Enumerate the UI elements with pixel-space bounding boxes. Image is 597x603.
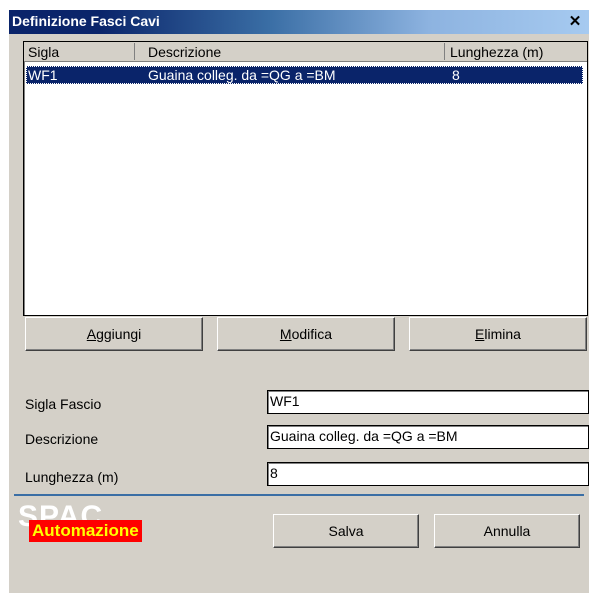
- fasci-list[interactable]: Sigla Descrizione Lunghezza (m) WF1 Guai…: [23, 41, 588, 316]
- annulla-label: Annulla: [483, 523, 531, 539]
- title-bar[interactable]: Definizione Fasci Cavi ✕: [9, 10, 589, 34]
- elimina-rest: limina: [484, 326, 521, 342]
- salva-label: Salva: [328, 523, 364, 539]
- column-divider[interactable]: [444, 43, 445, 60]
- sigla-fascio-input[interactable]: WF1: [267, 390, 589, 414]
- salva-button[interactable]: Salva: [273, 514, 419, 548]
- modifica-label: Modifica: [218, 326, 394, 342]
- aggiungi-button[interactable]: Aggiungi: [25, 317, 203, 351]
- aggiungi-rest: ggiungi: [96, 326, 142, 342]
- sigla-fascio-label: Sigla Fascio: [25, 396, 102, 412]
- dialog-window: Definizione Fasci Cavi ✕ Sigla Descrizio…: [9, 10, 589, 593]
- cell-sigla: WF1: [28, 67, 58, 83]
- window-title: Definizione Fasci Cavi: [12, 13, 160, 29]
- modifica-hotkey: M: [279, 326, 292, 342]
- spac-logo: SPAC Automazione: [18, 502, 178, 546]
- cell-descrizione: Guaina colleg. da =QG a =BM: [148, 67, 336, 83]
- modifica-rest: odifica: [291, 326, 333, 342]
- lunghezza-label: Lunghezza (m): [25, 469, 119, 485]
- aggiungi-label: Aggiungi: [26, 326, 202, 342]
- descrizione-label: Descrizione: [25, 431, 99, 447]
- logo-automazione-text: Automazione: [29, 520, 142, 542]
- cell-lunghezza: 8: [452, 67, 460, 83]
- lunghezza-input[interactable]: 8: [267, 462, 589, 486]
- list-header: Sigla Descrizione Lunghezza (m): [24, 42, 587, 62]
- descrizione-input[interactable]: Guaina colleg. da =QG a =BM: [267, 425, 589, 449]
- column-divider[interactable]: [134, 43, 135, 60]
- column-header-descrizione[interactable]: Descrizione: [148, 44, 221, 60]
- table-row[interactable]: WF1 Guaina colleg. da =QG a =BM 8: [26, 66, 583, 84]
- divider-line: [14, 494, 584, 496]
- close-icon[interactable]: ✕: [567, 14, 583, 29]
- annulla-button[interactable]: Annulla: [434, 514, 580, 548]
- modifica-button[interactable]: Modifica: [217, 317, 395, 351]
- elimina-hotkey: E: [475, 326, 485, 342]
- column-header-sigla[interactable]: Sigla: [28, 44, 59, 60]
- elimina-label: Elimina: [410, 326, 586, 342]
- column-header-lunghezza[interactable]: Lunghezza (m): [450, 44, 543, 60]
- elimina-button[interactable]: Elimina: [409, 317, 587, 351]
- aggiungi-hotkey: A: [86, 326, 97, 342]
